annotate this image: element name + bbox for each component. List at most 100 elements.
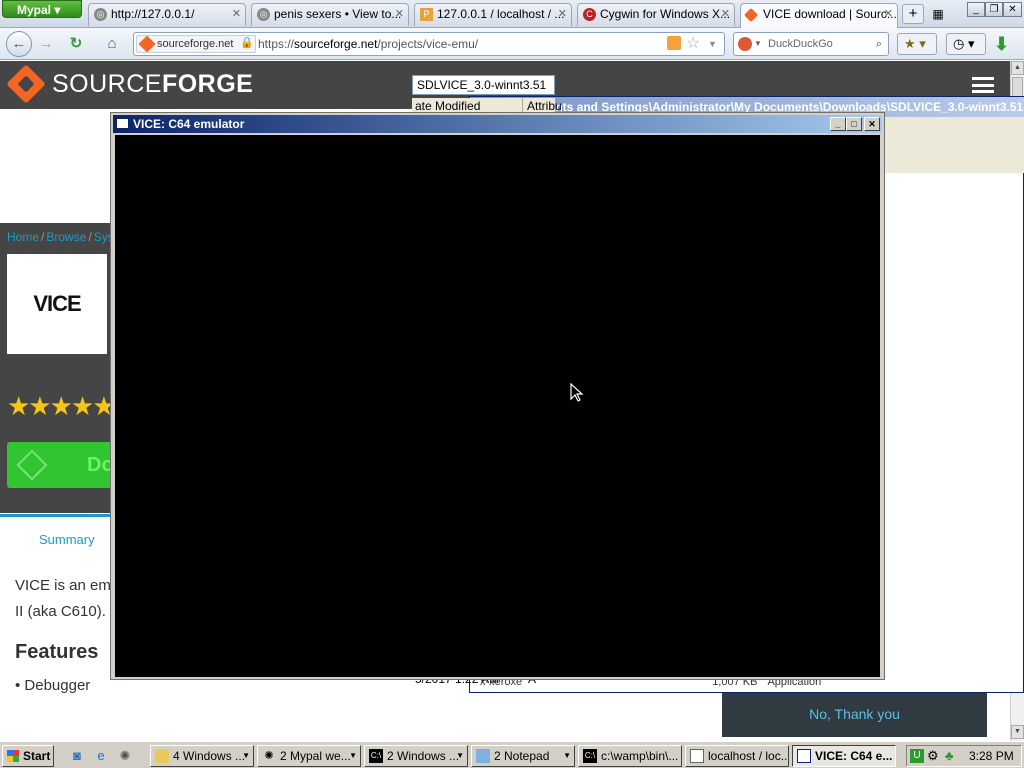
minimize-button[interactable]: _ xyxy=(967,2,985,17)
site-identity-badge[interactable]: sourceforge.net xyxy=(136,35,256,53)
search-placeholder: DuckDuckGo xyxy=(768,38,833,50)
navigation-toolbar: ← → ↻ ⌂ sourceforge.net 🔒 https://source… xyxy=(0,28,1024,60)
search-engine-dropdown-icon[interactable]: ▼ xyxy=(754,33,762,55)
home-button[interactable]: ⌂ xyxy=(100,32,124,56)
url-bar[interactable]: sourceforge.net 🔒 https://sourceforge.ne… xyxy=(133,32,725,56)
taskbar-item-wamp-console[interactable]: C:\ c:\wamp\bin\... xyxy=(578,745,682,767)
explorer-address-field[interactable]: SDLVICE_3.0-winnt3.51 xyxy=(412,75,555,95)
taskbar-item-notepad[interactable]: 2 Notepad ▼ xyxy=(471,745,575,767)
bookmark-star-icon[interactable]: ☆ xyxy=(686,33,700,55)
scroll-up-icon[interactable]: ▲ xyxy=(1011,61,1024,75)
search-bar[interactable]: ▼ DuckDuckGo ⌕ xyxy=(733,32,889,56)
rss-icon[interactable] xyxy=(667,36,681,50)
task-label: c:\wamp\bin\... xyxy=(601,749,679,763)
new-tab-button[interactable]: + xyxy=(902,4,924,24)
task-label: 2 Windows ... xyxy=(387,749,460,763)
no-thanks-button[interactable]: No, Thank you xyxy=(722,693,987,735)
project-logo-text: VICE xyxy=(33,291,81,316)
browser-tab-strip: Mypal ▾ ◎ http://127.0.0.1/ ✕ ◎ penis se… xyxy=(0,0,1024,28)
close-window-button[interactable]: ✕ xyxy=(1003,2,1022,17)
window-icon xyxy=(797,749,811,763)
url-text[interactable]: https://sourceforge.net/projects/vice-em… xyxy=(258,33,478,55)
feature-item: • Debugger xyxy=(15,677,91,694)
tab-phpmyadmin[interactable]: P 127.0.0.1 / localhost / ... ✕ xyxy=(414,3,572,26)
vice-title-bar[interactable]: VICE: C64 emulator _ □ ✕ xyxy=(113,115,882,133)
start-label: Start xyxy=(23,749,51,763)
close-icon[interactable]: ✕ xyxy=(395,4,404,25)
close-icon[interactable]: ✕ xyxy=(884,4,893,25)
close-icon[interactable]: ✕ xyxy=(721,4,730,25)
duckduckgo-icon xyxy=(738,37,752,51)
bookmarks-button[interactable]: ★ ▾ xyxy=(897,33,937,55)
description-line-2: II (aka C610). xyxy=(15,603,106,620)
vice-title: VICE: C64 emulator xyxy=(133,117,245,131)
hamburger-menu-icon[interactable] xyxy=(972,77,994,93)
taskbar-item-localhost[interactable]: localhost / loc... xyxy=(685,745,789,767)
download-label: Do xyxy=(87,454,114,476)
app-menu-button[interactable]: Mypal ▾ xyxy=(2,0,82,18)
task-label: 2 Mypal we... xyxy=(280,749,351,763)
promo-popup: No, Thank you xyxy=(722,693,987,737)
tab-sourceforge[interactable]: VICE download | Sourc... ✕ xyxy=(740,3,898,28)
notepad-icon xyxy=(690,749,704,763)
show-desktop-icon[interactable]: ◙ xyxy=(68,747,86,765)
breadcrumb-browse[interactable]: Browse xyxy=(46,230,86,244)
tab-list-icon[interactable]: ▦ xyxy=(929,5,947,23)
system-tray: U ⚙ ♣ 3:28 PM xyxy=(906,745,1022,767)
taskbar-item-mypal[interactable]: ✺ 2 Mypal we... ▼ xyxy=(257,745,361,767)
url-dropdown-icon[interactable]: ▼ xyxy=(708,33,717,55)
emulator-screen[interactable] xyxy=(115,135,880,677)
download-button[interactable]: Do xyxy=(7,442,117,488)
downloads-icon[interactable]: ⬇ xyxy=(994,33,1018,55)
search-icon[interactable]: ⌕ xyxy=(876,33,882,55)
tab-title: Cygwin for Windows X... xyxy=(600,7,731,21)
globe-icon: ◎ xyxy=(257,8,270,21)
taskbar-item-vice[interactable]: VICE: C64 e... xyxy=(792,745,896,767)
mypal-icon: ✺ xyxy=(264,750,274,762)
minimize-button[interactable]: _ xyxy=(830,117,846,131)
pma-icon: P xyxy=(420,8,433,21)
cygwin-icon: C xyxy=(583,8,596,21)
forward-button[interactable]: → xyxy=(34,32,58,56)
column-date-modified[interactable]: ate Modified xyxy=(415,98,480,114)
tab-title: http://127.0.0.1/ xyxy=(111,7,195,21)
clock[interactable]: 3:28 PM xyxy=(969,746,1014,766)
breadcrumb-home[interactable]: Home xyxy=(7,230,39,244)
window-icon xyxy=(116,118,129,129)
close-icon[interactable]: ✕ xyxy=(232,4,241,25)
description-line-1: VICE is an em xyxy=(15,577,111,594)
internet-explorer-icon[interactable]: e xyxy=(92,747,110,765)
sourceforge-logo[interactable]: SOURCEFORGE xyxy=(52,70,253,99)
column-attributes[interactable]: Attribu xyxy=(522,98,562,114)
vice-window: VICE: C64 emulator _ □ ✕ xyxy=(111,113,884,679)
scroll-down-icon[interactable]: ▼ xyxy=(1011,725,1024,739)
tab-localhost[interactable]: ◎ http://127.0.0.1/ ✕ xyxy=(88,3,246,26)
tray-network-icon[interactable]: ⚙ xyxy=(927,748,939,764)
tray-app-icon[interactable]: U xyxy=(910,749,924,763)
tab-summary[interactable]: Summary xyxy=(39,532,95,547)
url-path: /projects/vice-emu/ xyxy=(377,37,479,51)
breadcrumb: Home / Browse / Sys xyxy=(7,230,114,244)
close-button[interactable]: ✕ xyxy=(864,117,880,131)
start-button[interactable]: Start xyxy=(2,745,54,767)
tab-title: VICE download | Sourc... xyxy=(763,7,897,21)
tab-underline xyxy=(0,514,115,517)
taskbar-item-explorer[interactable]: 4 Windows ... ▼ xyxy=(150,745,254,767)
maximize-button[interactable]: □ xyxy=(846,117,862,131)
sourceforge-logo-icon[interactable] xyxy=(6,64,46,104)
restore-button[interactable]: ❐ xyxy=(985,2,1003,17)
close-icon[interactable]: ✕ xyxy=(558,4,567,25)
tab-cygwin[interactable]: C Cygwin for Windows X... ✕ xyxy=(577,3,735,26)
mypal-icon[interactable]: ✺ xyxy=(116,747,134,765)
reload-button[interactable]: ↻ xyxy=(64,32,88,56)
history-button[interactable]: ◷ ▾ xyxy=(946,33,986,55)
site-identity-label: sourceforge.net xyxy=(157,38,234,50)
tray-wamp-icon[interactable]: ♣ xyxy=(945,748,954,763)
tab-forum[interactable]: ◎ penis sexers • View to... ✕ xyxy=(251,3,409,26)
taskbar-item-console[interactable]: C:\ 2 Windows ... ▼ xyxy=(364,745,468,767)
task-label: localhost / loc... xyxy=(708,749,789,763)
rating-stars: ★★★★★ xyxy=(7,391,116,422)
features-heading: Features xyxy=(15,641,99,663)
download-icon xyxy=(16,449,48,481)
back-button[interactable]: ← xyxy=(6,31,32,57)
